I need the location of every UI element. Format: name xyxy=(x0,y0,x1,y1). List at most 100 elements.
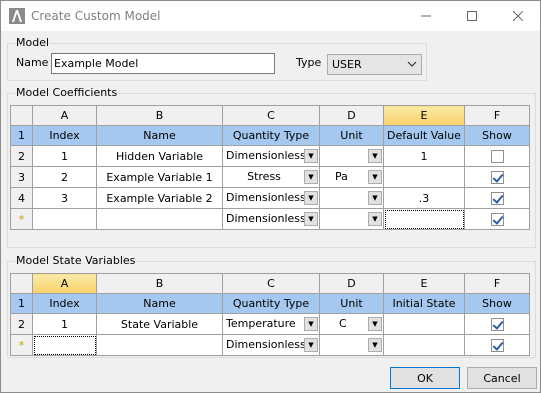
quantity-type-dropdown[interactable]: Dimensionless ▼ xyxy=(222,187,320,209)
show-checkbox-cell[interactable] xyxy=(464,145,530,167)
header-cell-quantity-type: Quantity Type xyxy=(222,125,320,146)
column-header-selected[interactable]: E xyxy=(383,105,465,126)
close-button[interactable] xyxy=(495,1,541,31)
show-checkbox[interactable] xyxy=(490,149,504,163)
column-header-selected[interactable]: A xyxy=(32,273,97,294)
maximize-button[interactable] xyxy=(449,1,495,31)
default-value-cell[interactable]: 1 xyxy=(383,145,465,167)
show-checkbox[interactable] xyxy=(490,317,504,331)
default-value-cell[interactable]: .3 xyxy=(383,187,465,209)
name-cell[interactable] xyxy=(96,208,223,230)
dropdown-arrow-icon[interactable]: ▼ xyxy=(368,170,382,184)
show-checkbox[interactable] xyxy=(490,170,504,184)
quantity-type-dropdown[interactable]: Stress ▼ xyxy=(222,166,320,188)
coefficients-table: A B C D E F 1 Index Name Quantity Type U… xyxy=(10,105,530,230)
column-header[interactable]: D xyxy=(319,105,384,126)
column-header[interactable]: F xyxy=(464,273,530,294)
show-checkbox[interactable] xyxy=(490,338,504,352)
dropdown-arrow-icon[interactable]: ▼ xyxy=(368,149,382,163)
column-header[interactable]: B xyxy=(96,273,223,294)
coefficients-group-label: Model Coefficients xyxy=(15,86,119,99)
unit-value: Pa xyxy=(335,170,348,183)
unit-dropdown[interactable]: ▼ xyxy=(319,187,384,209)
unit-dropdown[interactable]: ▼ xyxy=(319,145,384,167)
close-icon xyxy=(513,11,523,21)
name-cell[interactable]: Example Variable 1 xyxy=(96,166,223,188)
quantity-type-dropdown[interactable]: Temperature ▼ xyxy=(222,313,320,335)
unit-dropdown[interactable]: Pa ▼ xyxy=(319,166,384,188)
dropdown-arrow-icon[interactable]: ▼ xyxy=(368,191,382,205)
row-header[interactable]: 2 xyxy=(10,313,33,335)
show-checkbox-cell[interactable] xyxy=(464,166,530,188)
column-header[interactable]: F xyxy=(464,105,530,126)
show-checkbox[interactable] xyxy=(490,212,504,226)
quantity-type-dropdown[interactable]: Dimensionless ▼ xyxy=(222,334,320,356)
index-cell[interactable] xyxy=(32,208,97,230)
table-row: 3 2 Example Variable 1 Stress ▼ Pa ▼ xyxy=(10,166,530,188)
show-checkbox-cell[interactable] xyxy=(464,313,530,335)
quantity-type-dropdown[interactable]: Dimensionless ▼ xyxy=(222,145,320,167)
quantity-type-dropdown[interactable]: Dimensionless ▼ xyxy=(222,208,320,230)
header-cell-initial-state: Initial State xyxy=(383,293,465,314)
quantity-type-value: Dimensionless xyxy=(226,149,306,162)
type-select[interactable]: USER xyxy=(327,54,422,75)
new-row-header[interactable]: * xyxy=(10,208,33,230)
header-cell-show: Show xyxy=(464,293,530,314)
minimize-button[interactable] xyxy=(403,1,449,31)
row-header[interactable]: 1 xyxy=(10,125,33,146)
window-title: Create Custom Model xyxy=(31,9,161,23)
default-value-cell[interactable] xyxy=(383,166,465,188)
initial-state-cell[interactable] xyxy=(383,313,465,335)
column-header[interactable]: E xyxy=(383,273,465,294)
dropdown-arrow-icon[interactable]: ▼ xyxy=(304,338,318,352)
dropdown-arrow-icon[interactable]: ▼ xyxy=(368,212,382,226)
dropdown-arrow-icon[interactable]: ▼ xyxy=(304,212,318,226)
new-row-header[interactable]: * xyxy=(10,334,33,356)
show-checkbox-cell[interactable] xyxy=(464,187,530,209)
index-cell[interactable]: 1 xyxy=(32,145,97,167)
row-header[interactable]: 2 xyxy=(10,145,33,167)
index-cell[interactable]: 3 xyxy=(32,187,97,209)
show-checkbox-cell[interactable] xyxy=(464,208,530,230)
column-header[interactable]: D xyxy=(319,273,384,294)
dropdown-arrow-icon[interactable]: ▼ xyxy=(304,149,318,163)
row-header[interactable]: 4 xyxy=(10,187,33,209)
dropdown-arrow-icon[interactable]: ▼ xyxy=(304,170,318,184)
cancel-button[interactable]: Cancel xyxy=(467,367,537,389)
header-cell-show: Show xyxy=(464,125,530,146)
default-value-cell-focused[interactable] xyxy=(383,208,465,230)
name-cell[interactable] xyxy=(96,334,223,356)
name-cell[interactable]: Example Variable 2 xyxy=(96,187,223,209)
model-name-input[interactable] xyxy=(51,53,275,74)
corner-cell xyxy=(10,273,33,294)
maximize-icon xyxy=(467,11,477,21)
quantity-type-value: Dimensionless xyxy=(226,191,306,204)
column-header[interactable]: A xyxy=(32,105,97,126)
header-cell-quantity-type: Quantity Type xyxy=(222,293,320,314)
index-cell[interactable]: 1 xyxy=(32,313,97,335)
column-header[interactable]: C xyxy=(222,105,320,126)
quantity-type-value: Temperature xyxy=(226,317,296,330)
column-header[interactable]: B xyxy=(96,105,223,126)
unit-dropdown[interactable]: C ▼ xyxy=(319,313,384,335)
index-cell[interactable]: 2 xyxy=(32,166,97,188)
show-checkbox-cell[interactable] xyxy=(464,334,530,356)
table-row: 2 1 Hidden Variable Dimensionless ▼ ▼ 1 xyxy=(10,145,530,167)
unit-dropdown[interactable]: ▼ xyxy=(319,208,384,230)
show-checkbox[interactable] xyxy=(490,191,504,205)
header-cell-index: Index xyxy=(32,125,97,146)
column-header[interactable]: C xyxy=(222,273,320,294)
dropdown-arrow-icon[interactable]: ▼ xyxy=(304,191,318,205)
name-cell[interactable]: State Variable xyxy=(96,313,223,335)
unit-dropdown[interactable]: ▼ xyxy=(319,334,384,356)
dropdown-arrow-icon[interactable]: ▼ xyxy=(368,317,382,331)
title-bar: Create Custom Model xyxy=(1,1,540,31)
dropdown-arrow-icon[interactable]: ▼ xyxy=(368,338,382,352)
dropdown-arrow-icon[interactable]: ▼ xyxy=(304,317,318,331)
row-header[interactable]: 1 xyxy=(10,293,33,314)
name-cell[interactable]: Hidden Variable xyxy=(96,145,223,167)
row-header[interactable]: 3 xyxy=(10,166,33,188)
initial-state-cell[interactable] xyxy=(383,334,465,356)
index-cell-focused[interactable] xyxy=(32,334,97,356)
ok-button[interactable]: OK xyxy=(390,367,460,389)
